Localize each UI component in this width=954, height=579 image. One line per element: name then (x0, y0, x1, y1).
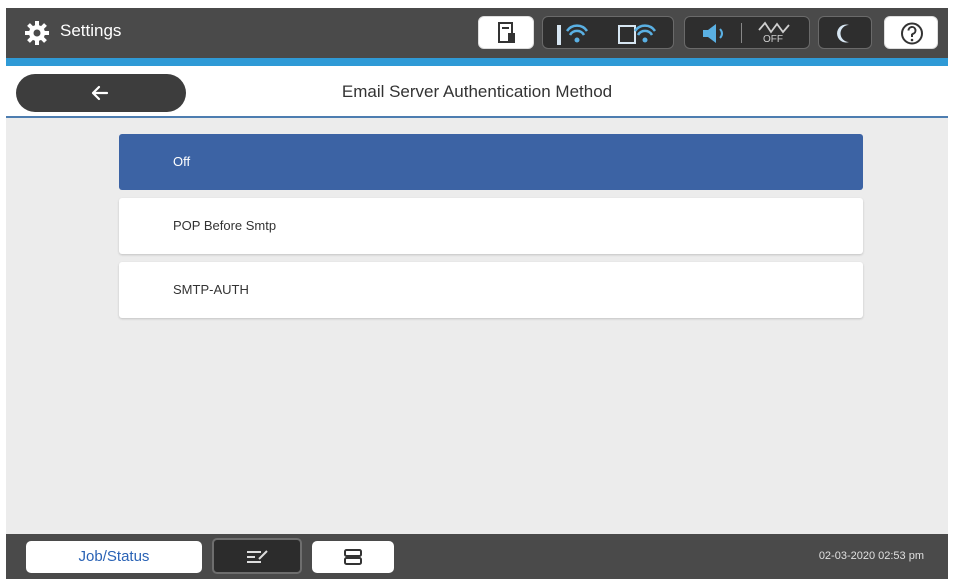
sound-icon (703, 24, 723, 43)
option-pop-before-smtp[interactable]: POP Before Smtp (119, 198, 863, 254)
accent-strip (6, 58, 948, 66)
options-list: Off POP Before Smtp SMTP-AUTH (119, 134, 863, 326)
divider (741, 23, 742, 43)
sound-network-button[interactable]: OFF (684, 16, 810, 49)
app-title: Settings (60, 21, 122, 40)
back-button[interactable] (16, 74, 186, 112)
network-status-button[interactable] (542, 16, 674, 49)
arrow-left-icon (91, 85, 109, 101)
wifi-icon (557, 24, 589, 45)
job-status-button[interactable]: Job/Status (26, 541, 202, 573)
top-status-bar: Settings OFF (6, 8, 948, 58)
printer-icon (344, 549, 362, 565)
datetime-display: 02-03-2020 02:53 pm (818, 550, 924, 562)
wifi-direct-icon (618, 24, 657, 44)
option-off[interactable]: Off (119, 134, 863, 190)
gear-icon (25, 21, 49, 45)
sleep-icon (837, 24, 849, 43)
ink-levels-button[interactable] (478, 16, 534, 49)
copy-print-button[interactable] (312, 541, 394, 573)
interrupt-icon (247, 550, 268, 563)
help-icon (901, 22, 923, 45)
help-button[interactable] (884, 16, 938, 49)
ink-levels-icon (498, 22, 515, 43)
option-smtp-auth[interactable]: SMTP-AUTH (119, 262, 863, 318)
printer-screen: Settings OFF Email Server Authentication… (6, 8, 948, 579)
stop-interrupt-button[interactable] (212, 538, 302, 574)
sleep-button[interactable] (818, 16, 872, 49)
title-bar: Email Server Authentication Method (6, 66, 948, 118)
bottom-bar: Job/Status 02-03-2020 02:53 pm (6, 534, 948, 579)
network-off-label: OFF (763, 34, 783, 45)
